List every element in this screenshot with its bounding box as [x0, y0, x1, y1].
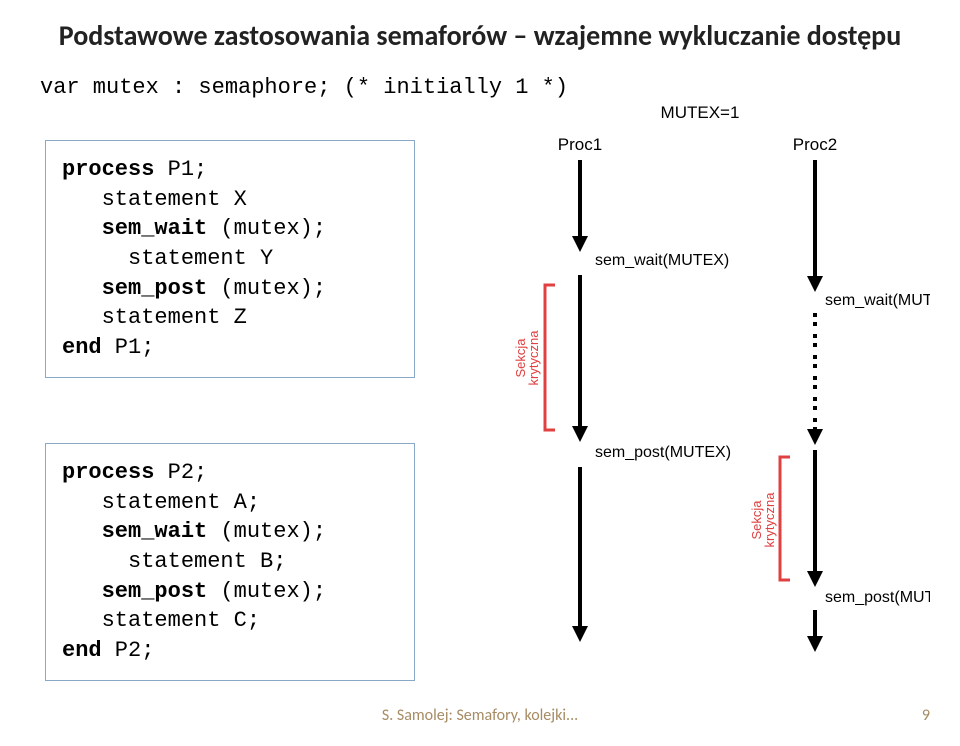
label-proc1: Proc1: [558, 135, 602, 154]
var-declaration: var mutex : semaphore; (* initially 1 *): [0, 53, 960, 100]
arrowhead-icon: [807, 429, 823, 445]
kw-end: end: [62, 335, 102, 360]
critical-bracket: [780, 457, 790, 580]
code-box-p2: process P2; statement A; sem_wait (mutex…: [45, 443, 415, 681]
txt: [62, 579, 102, 604]
txt: P2;: [102, 638, 155, 663]
txt: [62, 216, 102, 241]
label-krytyczna: krytyczna: [762, 492, 777, 548]
page-number: 9: [922, 706, 930, 725]
footer-text: S. Samolej: Semafory, kolejki...: [382, 706, 578, 725]
label-sem-post: sem_post(MUTEX): [825, 589, 930, 606]
fn-sem-post: sem_post: [102, 276, 208, 301]
code-column: process P1; statement X sem_wait (mutex)…: [45, 140, 415, 746]
fn-sem-post: sem_post: [102, 579, 208, 604]
code-box-p1: process P1; statement X sem_wait (mutex)…: [45, 140, 415, 378]
arrowhead-icon: [572, 626, 588, 642]
label-mutex: MUTEX=1: [661, 103, 740, 122]
label-sem-wait: sem_wait(MUTEX): [825, 292, 930, 309]
label-krytyczna: krytyczna: [526, 330, 541, 386]
txt: (mutex);: [207, 579, 326, 604]
page-title: Podstawowe zastosowania semaforów – wzaj…: [0, 0, 960, 53]
txt: P1;: [102, 335, 155, 360]
arrowhead-icon: [807, 276, 823, 292]
critical-bracket: [545, 285, 555, 430]
fn-sem-wait: sem_wait: [102, 216, 208, 241]
label-proc2: Proc2: [793, 135, 837, 154]
txt: statement X: [62, 187, 247, 212]
arrowhead-icon: [572, 426, 588, 442]
txt: P1;: [154, 157, 207, 182]
txt: statement A;: [62, 490, 260, 515]
txt: statement B;: [62, 549, 286, 574]
semaphore-diagram: MUTEX=1 Proc1 Proc2 sem_wait(MUTEX) Sekc…: [470, 100, 930, 660]
arrowhead-icon: [572, 236, 588, 252]
txt: (mutex);: [207, 276, 326, 301]
txt: [62, 519, 102, 544]
txt: (mutex);: [207, 519, 326, 544]
fn-sem-wait: sem_wait: [102, 519, 208, 544]
kw-process: process: [62, 157, 154, 182]
txt: P2;: [154, 460, 207, 485]
txt: statement C;: [62, 608, 260, 633]
txt: (mutex);: [207, 216, 326, 241]
kw-process: process: [62, 460, 154, 485]
arrowhead-icon: [807, 636, 823, 652]
label-sem-wait: sem_wait(MUTEX): [595, 252, 729, 269]
txt: statement Z: [62, 305, 247, 330]
kw-end: end: [62, 638, 102, 663]
txt: statement Y: [62, 246, 273, 271]
txt: [62, 276, 102, 301]
label-sem-post: sem_post(MUTEX): [595, 444, 731, 461]
arrowhead-icon: [807, 571, 823, 587]
